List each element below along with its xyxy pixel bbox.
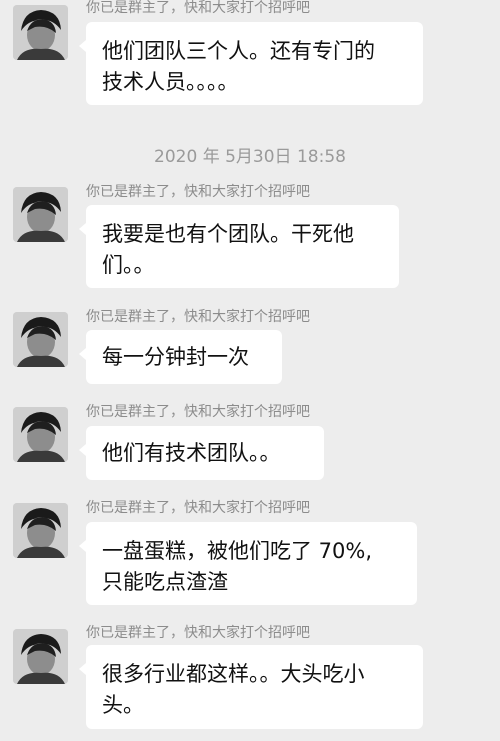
message-line: 一盘蛋糕，被他们吃了 70%,: [102, 539, 373, 563]
message-bubble[interactable]: 一盘蛋糕，被他们吃了 70%, 只能吃点渣渣: [79, 522, 417, 605]
avatar[interactable]: [13, 312, 68, 367]
system-hint: 你已是群主了，快和大家打个招呼吧: [86, 625, 310, 641]
avatar-photo-icon: [13, 407, 68, 462]
message-bubble[interactable]: 我要是也有个团队。干死他 们。。: [79, 205, 399, 288]
message-bubble[interactable]: 很多行业都这样。。大头吃小 头。: [79, 645, 423, 729]
message-line: 每一分钟封一次: [102, 345, 249, 369]
message-line: 技术人员。。。。: [102, 70, 239, 94]
avatar[interactable]: [13, 407, 68, 462]
message-line: 他们有技术团队。。: [102, 441, 281, 465]
avatar[interactable]: [13, 187, 68, 242]
system-hint: 你已是群主了，快和大家打个招呼吧: [86, 500, 310, 516]
avatar-photo-icon: [13, 5, 68, 60]
avatar-photo-icon: [13, 629, 68, 684]
avatar-photo-icon: [13, 312, 68, 367]
avatar-photo-icon: [13, 187, 68, 242]
system-hint: 你已是群主了，快和大家打个招呼吧: [86, 184, 310, 200]
avatar[interactable]: [13, 629, 68, 684]
avatar[interactable]: [13, 503, 68, 558]
message-line: 们。。: [102, 253, 155, 277]
message-line: 很多行业都这样。。大头吃小: [102, 662, 365, 686]
message-bubble[interactable]: 他们有技术团队。。: [79, 426, 324, 480]
message-line: 他们团队三个人。还有专门的: [102, 39, 375, 63]
message-bubble[interactable]: 他们团队三个人。还有专门的 技术人员。。。。: [79, 22, 423, 105]
message-line: 头。: [102, 693, 144, 717]
system-hint: 你已是群主了，快和大家打个招呼吧: [86, 404, 310, 420]
message-bubble[interactable]: 每一分钟封一次: [79, 330, 282, 384]
avatar[interactable]: [13, 5, 68, 60]
avatar-photo-icon: [13, 503, 68, 558]
system-hint: 你已是群主了，快和大家打个招呼吧: [86, 0, 310, 16]
message-line: 只能吃点渣渣: [102, 570, 228, 594]
message-line: 我要是也有个团队。干死他: [102, 222, 354, 246]
system-hint: 你已是群主了，快和大家打个招呼吧: [86, 309, 310, 325]
chat-timestamp: 2020 年 5月30日 18:58: [154, 147, 346, 167]
